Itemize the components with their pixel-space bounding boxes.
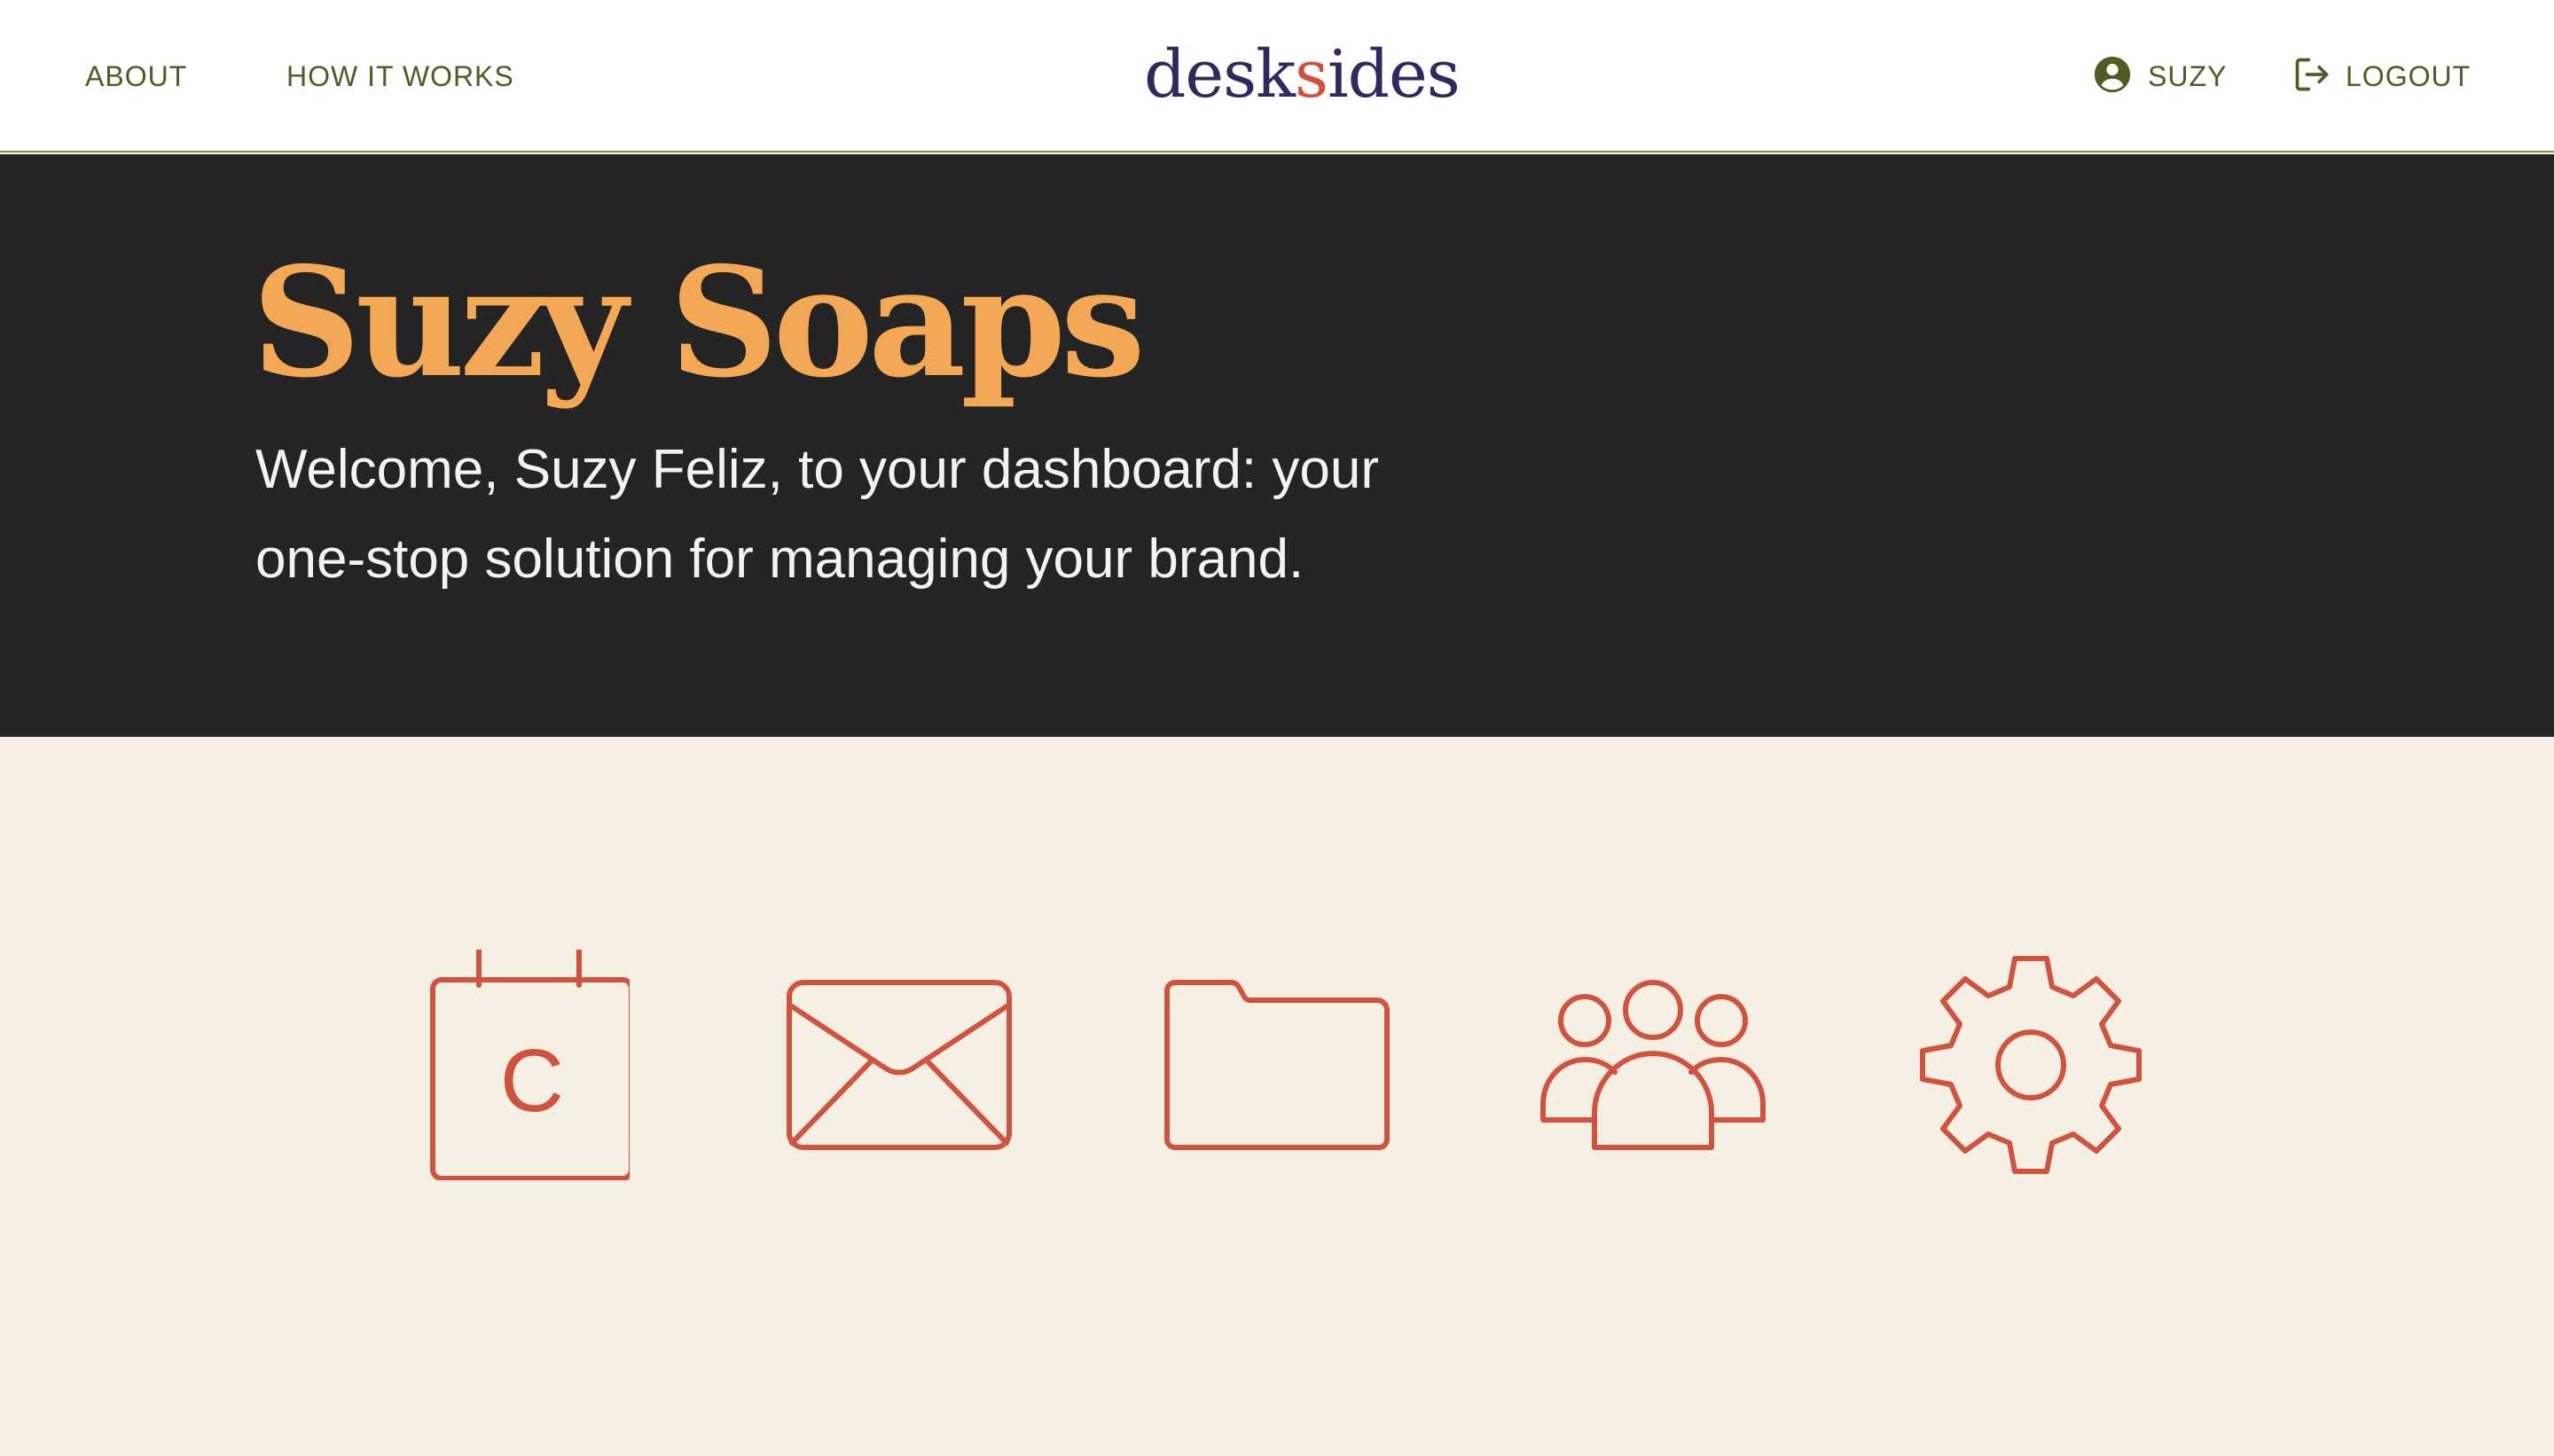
brand-title: Suzy Soaps xyxy=(252,234,1146,411)
settings-tool-button[interactable] xyxy=(1916,950,2146,1180)
calendar-icon: C xyxy=(430,950,630,1180)
dashboard-hero: Suzy Soaps Welcome, Suzy Feliz, to your … xyxy=(0,154,2554,737)
calendar-letter: C xyxy=(500,1031,564,1131)
mail-icon xyxy=(787,980,1012,1150)
welcome-line-2: one-stop solution for managing your bran… xyxy=(255,528,1304,590)
folder-tool-button[interactable] xyxy=(1162,950,1392,1180)
calendar-tool-button[interactable]: C xyxy=(408,950,638,1180)
user-menu-button[interactable]: SUZY xyxy=(2093,0,2227,153)
logout-button[interactable]: LOGOUT xyxy=(2292,0,2471,153)
nav-about-link[interactable]: ABOUT xyxy=(85,0,187,153)
logo-text-accent: s xyxy=(1294,36,1328,113)
folder-icon xyxy=(1164,980,1390,1150)
logo-text-suffix: ides xyxy=(1327,36,1461,113)
mail-tool-button[interactable] xyxy=(784,950,1015,1180)
deskside-logo[interactable]: desksides xyxy=(1144,25,1461,124)
dashboard-tools: C xyxy=(0,737,2554,1456)
team-tool-button[interactable] xyxy=(1538,950,1768,1180)
gear-icon xyxy=(1920,956,2142,1174)
account-circle-icon xyxy=(2093,55,2132,98)
logo-text-prefix: desk xyxy=(1144,36,1296,113)
logout-icon xyxy=(2292,55,2331,98)
welcome-message: Welcome, Suzy Feliz, to your dashboard: … xyxy=(255,425,1453,604)
team-icon xyxy=(1540,980,1766,1150)
user-name-label: SUZY xyxy=(2148,59,2228,92)
welcome-line-1: Welcome, Suzy Feliz, to your dashboard: … xyxy=(255,439,1379,500)
nav-how-it-works-link[interactable]: HOW IT WORKS xyxy=(286,0,514,153)
top-navigation: ABOUT HOW IT WORKS desksides SUZY LOGOUT xyxy=(0,0,2554,153)
logout-label: LOGOUT xyxy=(2346,59,2472,92)
